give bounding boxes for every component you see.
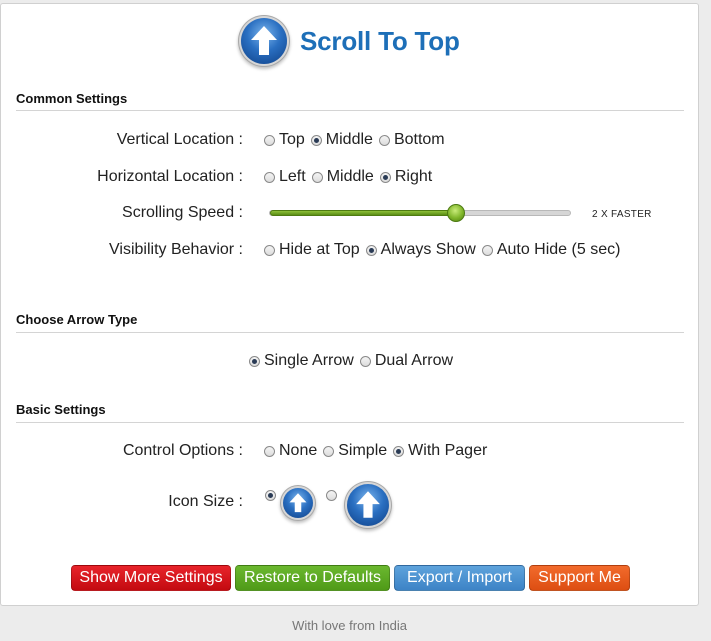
radio-none[interactable]	[264, 445, 275, 457]
control-options-label: Control Options :	[122, 442, 243, 459]
action-buttons: Show More Settings Restore to Defaults E…	[71, 565, 634, 591]
small-up-arrow-icon[interactable]	[283, 488, 313, 518]
radio-icon-small[interactable]	[265, 490, 276, 501]
vertical-option-top[interactable]: Top	[264, 131, 305, 149]
arrow-option-single[interactable]: Single Arrow	[249, 352, 354, 370]
arrow-type-options: Single Arrow Dual Arrow	[249, 352, 459, 370]
visibility-option-always-show[interactable]: Always Show	[365, 241, 476, 259]
settings-panel: Scroll To Top Common Settings Vertical L…	[0, 3, 699, 606]
icon-size-options	[265, 484, 389, 526]
radio-hide-at-top[interactable]	[264, 244, 275, 256]
show-more-settings-button[interactable]: Show More Settings	[71, 565, 231, 591]
divider	[16, 332, 684, 333]
icon-size-label: Icon Size :	[168, 493, 243, 510]
arrow-type-row: Single Arrow Dual Arrow	[1, 349, 700, 373]
section-title-arrow-type: Choose Arrow Type	[16, 312, 138, 327]
restore-defaults-button[interactable]: Restore to Defaults	[235, 565, 390, 591]
scrolling-speed-label: Scrolling Speed :	[122, 204, 243, 221]
radio-left[interactable]	[264, 171, 275, 183]
radio-right[interactable]	[379, 171, 391, 183]
horizontal-option-right[interactable]: Right	[379, 168, 432, 186]
control-option-with-pager[interactable]: With Pager	[393, 442, 487, 460]
arrow-option-dual[interactable]: Dual Arrow	[359, 352, 453, 370]
radio-middle[interactable]	[310, 134, 322, 146]
radio-always-show[interactable]	[365, 244, 377, 256]
radio-middle[interactable]	[311, 171, 323, 183]
section-title-basic: Basic Settings	[16, 402, 106, 417]
radio-bottom[interactable]	[378, 134, 390, 146]
vertical-location-row: Vertical Location : Top Middle Bottom	[1, 128, 700, 152]
horizontal-location-options: Left Middle Right	[264, 168, 438, 186]
radio-with-pager[interactable]	[393, 445, 405, 457]
speed-value: 2 X FASTER	[592, 209, 652, 220]
divider	[16, 110, 684, 111]
radio-simple[interactable]	[323, 445, 335, 457]
visibility-option-hide-at-top[interactable]: Hide at Top	[264, 241, 360, 259]
visibility-label: Visibility Behavior :	[109, 241, 243, 258]
visibility-options: Hide at Top Always Show Auto Hide (5 sec…	[264, 241, 626, 259]
vertical-location-label: Vertical Location :	[116, 131, 243, 148]
visibility-option-auto-hide[interactable]: Auto Hide (5 sec)	[481, 241, 620, 259]
speed-slider-fill	[270, 210, 456, 216]
horizontal-option-middle[interactable]: Middle	[311, 168, 374, 186]
control-options: None Simple With Pager	[264, 442, 493, 460]
radio-auto-hide[interactable]	[481, 244, 493, 256]
control-options-row: Control Options : None Simple With Pager	[1, 439, 700, 463]
header: Scroll To Top	[241, 17, 460, 65]
control-option-none[interactable]: None	[264, 442, 317, 460]
page-title: Scroll To Top	[300, 25, 460, 56]
divider	[16, 422, 684, 423]
up-arrow-icon	[241, 18, 287, 64]
support-me-button[interactable]: Support Me	[529, 565, 630, 591]
control-option-simple[interactable]: Simple	[323, 442, 387, 460]
speed-slider-handle[interactable]	[447, 204, 465, 222]
large-up-arrow-icon[interactable]	[347, 484, 389, 526]
radio-icon-large[interactable]	[326, 490, 337, 501]
vertical-location-options: Top Middle Bottom	[264, 131, 451, 149]
horizontal-option-left[interactable]: Left	[264, 168, 306, 186]
speed-slider[interactable]	[269, 204, 571, 222]
vertical-option-bottom[interactable]: Bottom	[378, 131, 445, 149]
section-title-common: Common Settings	[16, 91, 128, 106]
vertical-option-middle[interactable]: Middle	[310, 131, 373, 149]
export-import-button[interactable]: Export / Import	[394, 565, 525, 591]
visibility-row: Visibility Behavior : Hide at Top Always…	[1, 238, 700, 262]
radio-single-arrow[interactable]	[249, 355, 260, 367]
radio-dual-arrow[interactable]	[359, 355, 371, 367]
radio-top[interactable]	[264, 134, 275, 146]
footer-text: With love from India	[292, 618, 407, 633]
horizontal-location-row: Horizontal Location : Left Middle Right	[1, 165, 700, 189]
horizontal-location-label: Horizontal Location :	[97, 168, 243, 185]
